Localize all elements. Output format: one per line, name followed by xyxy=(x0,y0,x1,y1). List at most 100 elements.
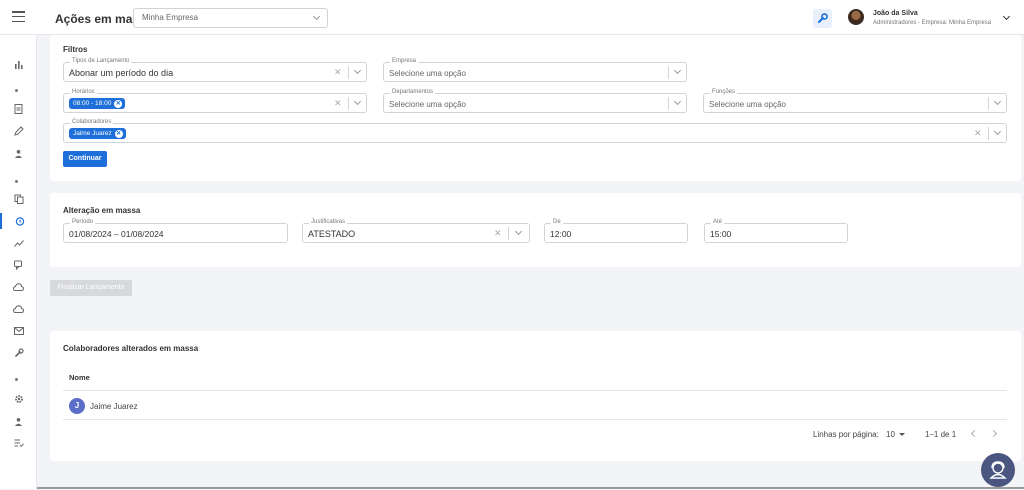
chevron-down-icon[interactable] xyxy=(514,227,523,236)
sidebar-item-upload[interactable] xyxy=(0,279,37,295)
column-header-nome: Nome xyxy=(69,373,90,382)
chevron-down-icon[interactable] xyxy=(673,97,682,106)
periodo-label: Período xyxy=(70,219,96,225)
clear-icon[interactable]: ✕ xyxy=(974,128,982,139)
sidebar-item-edit[interactable] xyxy=(0,123,37,139)
rows-per-page-label: Linhas por página: xyxy=(813,430,879,439)
table-header-divider xyxy=(63,390,1007,391)
tipos-lancamento-label: Tipos de Lançamento xyxy=(70,58,132,64)
checklist-icon xyxy=(14,439,24,447)
altered-collaborators-card: Colaboradores alterados em massa Nome J … xyxy=(50,331,1021,461)
user-icon xyxy=(15,149,22,158)
sidebar-item-people[interactable] xyxy=(0,145,37,161)
funcoes-select[interactable]: Funções Selecione uma opção xyxy=(703,89,1007,113)
clear-icon[interactable]: ✕ xyxy=(334,98,342,109)
sidebar-item-dashboard[interactable] xyxy=(0,56,37,72)
sidebar-item-settings[interactable] xyxy=(0,391,37,407)
pen-icon xyxy=(13,126,24,136)
cloud-upload-icon xyxy=(13,283,24,291)
ate-label: Até xyxy=(711,219,725,225)
horarios-chip-label: 08:00 - 18:00 xyxy=(73,100,112,107)
sidebar-separator-dot xyxy=(15,180,18,183)
sidebar-item-documents[interactable] xyxy=(0,101,37,117)
avatar: J xyxy=(69,398,85,414)
chevron-down-icon[interactable] xyxy=(993,127,1002,136)
ate-time-field[interactable]: Até 15:00 xyxy=(704,219,848,243)
user-name: João da Silva xyxy=(873,10,918,17)
support-chat-button[interactable] xyxy=(981,453,1015,487)
sidebar-item-trends[interactable] xyxy=(0,235,37,251)
copy-icon xyxy=(14,194,23,204)
tipos-lancamento-value: Abonar um período do dia xyxy=(69,68,174,78)
trend-icon xyxy=(13,239,24,247)
company-select[interactable]: Minha Empresa xyxy=(133,8,328,28)
departamentos-label: Departamentos xyxy=(390,89,436,95)
clear-icon[interactable]: ✕ xyxy=(494,228,502,239)
clear-icon[interactable]: ✕ xyxy=(334,67,342,78)
filters-card: Filtros Tipos de Lançamento Abonar um pe… xyxy=(50,35,1021,181)
continue-button[interactable]: Continuar xyxy=(63,151,107,167)
rows-per-page-select[interactable]: 10 xyxy=(886,428,910,440)
ate-value: 15:00 xyxy=(710,229,732,239)
sidebar-item-mass-actions[interactable] xyxy=(0,213,37,229)
sidebar-item-users[interactable] xyxy=(0,413,37,429)
justificativas-select[interactable]: Justificativas ATESTADO ✕ xyxy=(302,219,530,243)
de-value: 12:00 xyxy=(550,229,572,239)
select-separator xyxy=(668,97,669,110)
sidebar-separator-dot xyxy=(15,89,18,92)
sidebar-item-download[interactable] xyxy=(0,301,37,317)
table-row-divider xyxy=(63,419,1007,420)
sidebar-separator-dot xyxy=(15,378,18,381)
periodo-field[interactable]: Período 01/08/2024 – 01/08/2024 xyxy=(63,219,288,243)
wrench-icon xyxy=(14,348,24,357)
de-time-field[interactable]: De 12:00 xyxy=(544,219,688,243)
chevron-down-icon[interactable] xyxy=(353,97,362,106)
company-select-value: Minha Empresa xyxy=(142,13,199,22)
sidebar-item-mail[interactable] xyxy=(0,323,37,339)
colaboradores-label: Colaboradores xyxy=(70,119,114,125)
finalize-button[interactable]: Finalizar Lançamento xyxy=(50,280,132,296)
sidebar-item-messages[interactable] xyxy=(0,257,37,273)
departamentos-placeholder: Selecione uma opção xyxy=(389,100,466,109)
colaboradores-select[interactable]: Colaboradores Jaime Juarez ✕ ✕ xyxy=(63,119,1007,143)
chat-icon xyxy=(13,260,22,270)
select-separator xyxy=(508,227,509,240)
mass-change-card: Alteração em massa Período 01/08/2024 – … xyxy=(50,193,1021,267)
tipos-lancamento-select[interactable]: Tipos de Lançamento Abonar um período do… xyxy=(63,58,367,82)
chevron-down-icon[interactable] xyxy=(673,66,682,75)
justificativas-value: ATESTADO xyxy=(308,229,356,239)
top-bar: Ações em massa Minha Empresa João da Sil… xyxy=(0,0,1024,35)
sidebar-item-checklist[interactable] xyxy=(0,435,37,451)
empresa-select[interactable]: Empresa Selecione uma opção xyxy=(383,58,687,82)
tools-button[interactable] xyxy=(813,9,832,28)
user-menu-chevron-icon[interactable] xyxy=(1002,12,1011,21)
user-role: Administradores - Empresa: Minha Empresa xyxy=(873,20,992,26)
horarios-select[interactable]: Horários 08:00 - 18:00 ✕ ✕ xyxy=(63,89,367,113)
chip-remove-icon[interactable]: ✕ xyxy=(114,130,123,138)
user-avatar[interactable] xyxy=(848,9,864,25)
menu-icon[interactable] xyxy=(12,11,25,22)
user-icon xyxy=(15,417,22,426)
colaboradores-chip[interactable]: Jaime Juarez ✕ xyxy=(69,128,126,139)
support-agent-icon xyxy=(989,461,1007,479)
next-page-icon[interactable] xyxy=(989,429,998,438)
mail-icon xyxy=(13,327,24,335)
empresa-label: Empresa xyxy=(390,58,419,64)
prev-page-icon[interactable] xyxy=(970,429,979,438)
departamentos-select[interactable]: Departamentos Selecione uma opção xyxy=(383,89,687,113)
colaboradores-chip-label: Jaime Juarez xyxy=(73,130,112,137)
select-separator xyxy=(988,127,989,140)
altered-title: Colaboradores alterados em massa xyxy=(63,344,199,353)
caret-down-icon xyxy=(899,433,905,436)
sidebar-item-tools[interactable] xyxy=(0,345,37,361)
chevron-down-icon[interactable] xyxy=(353,66,362,75)
mass-change-title: Alteração em massa xyxy=(63,206,141,215)
de-label: De xyxy=(551,219,563,225)
funcoes-placeholder: Selecione uma opção xyxy=(709,100,786,109)
chip-remove-icon[interactable]: ✕ xyxy=(114,100,123,108)
gear-icon xyxy=(14,395,23,403)
chevron-down-icon[interactable] xyxy=(993,97,1002,106)
select-separator xyxy=(348,97,349,110)
horarios-chip[interactable]: 08:00 - 18:00 ✕ xyxy=(69,98,126,109)
sidebar-item-copy[interactable] xyxy=(0,191,37,207)
